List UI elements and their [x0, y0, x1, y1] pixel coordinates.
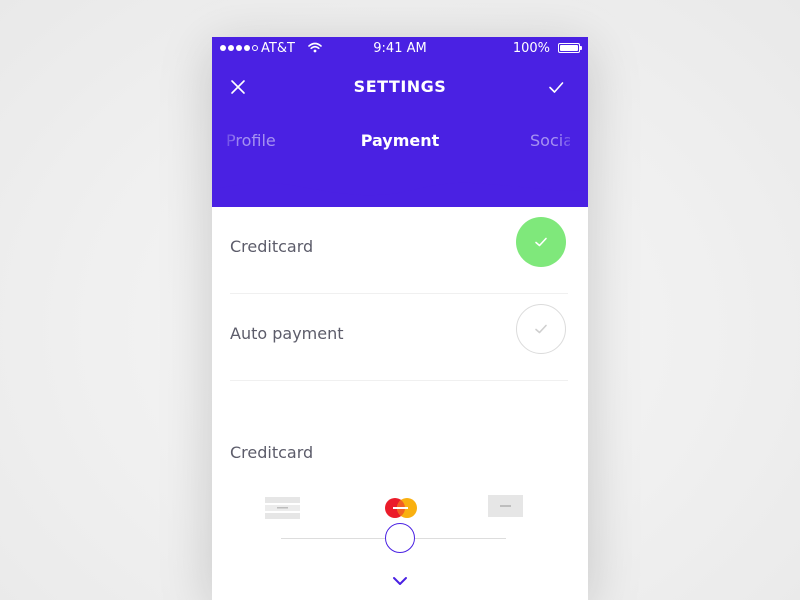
creditcard-toggle[interactable]	[516, 217, 566, 267]
battery-percentage: 100%	[512, 41, 550, 56]
page-title: SETTINGS	[353, 77, 447, 96]
nav-bar: SETTINGS	[212, 71, 588, 103]
status-bar: AT&T 9:41 AM 100%	[212, 37, 588, 61]
setting-label-creditcard: Creditcard	[230, 237, 314, 256]
battery-full-icon	[558, 43, 582, 53]
tab-payment-label: Payment	[360, 131, 440, 150]
payment-content: Creditcard Auto payment Creditcard	[212, 207, 588, 600]
generic-card-icon[interactable]	[265, 497, 300, 519]
chevron-down-icon[interactable]	[390, 574, 410, 588]
card-type-slider[interactable]	[281, 523, 506, 555]
confirm-button[interactable]	[544, 75, 568, 99]
auto-payment-toggle[interactable]	[516, 304, 566, 354]
checkmark-icon	[535, 237, 547, 247]
checkmark-icon	[535, 324, 547, 334]
slider-thumb[interactable]	[385, 523, 415, 553]
settings-tabs: Profile Payment Social	[212, 131, 588, 155]
close-button[interactable]	[226, 75, 250, 99]
mastercard-icon[interactable]	[383, 497, 418, 519]
close-icon	[231, 80, 245, 94]
checkmark-icon	[549, 82, 564, 93]
creditcard-section-label: Creditcard	[230, 443, 314, 462]
setting-label-auto-payment: Auto payment	[230, 324, 344, 343]
generic-card-alt-icon[interactable]	[488, 495, 523, 517]
setting-row-creditcard: Creditcard	[230, 207, 568, 294]
tab-social[interactable]: Social	[530, 131, 570, 150]
card-type-selector	[212, 495, 588, 521]
setting-row-auto-payment: Auto payment	[230, 294, 568, 381]
phone-screen: AT&T 9:41 AM 100% SETTINGS Profile Payme…	[212, 37, 588, 600]
